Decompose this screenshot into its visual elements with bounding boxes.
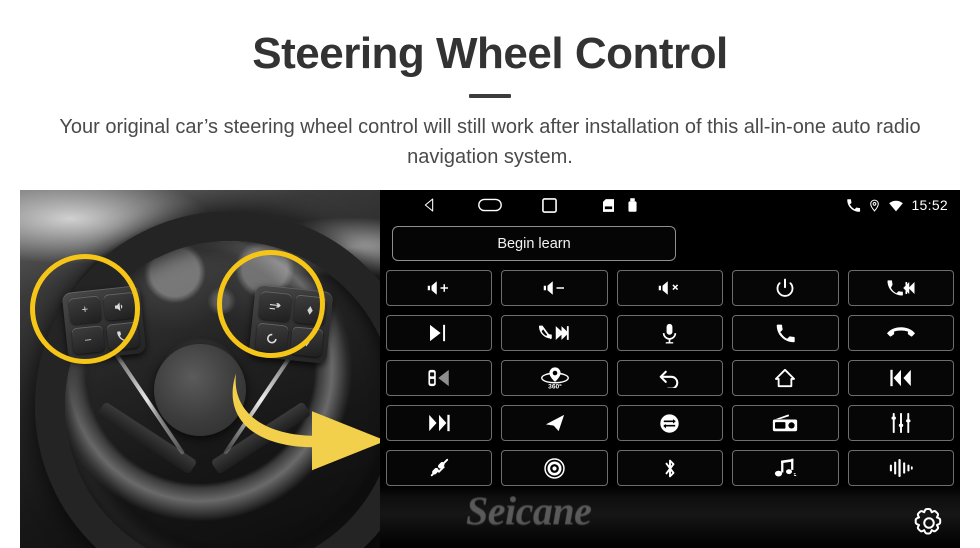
swc-function-grid: 360° bbox=[386, 270, 954, 486]
hangup-next-icon bbox=[538, 324, 571, 342]
play-pause-icon bbox=[428, 324, 450, 342]
status-bar-right-group: 15:52 bbox=[846, 197, 948, 213]
mute-button[interactable] bbox=[616, 270, 724, 306]
plug-cable-icon bbox=[427, 458, 451, 478]
camera-360-icon: 360° bbox=[540, 366, 570, 390]
volume-plus-icon bbox=[427, 279, 451, 297]
sd-card-icon bbox=[603, 198, 614, 212]
curved-arrow-right-icon bbox=[226, 370, 380, 490]
home-icon bbox=[774, 368, 796, 388]
status-bar: 15:52 bbox=[380, 190, 960, 220]
previous-track-button[interactable] bbox=[847, 360, 954, 396]
page-title: Steering Wheel Control bbox=[252, 29, 728, 78]
music-note-icon bbox=[773, 458, 798, 479]
parking-sensor-button[interactable] bbox=[386, 360, 493, 396]
settings-button[interactable] bbox=[910, 504, 948, 542]
previous-track-icon bbox=[889, 369, 913, 387]
volume-mute-x-icon bbox=[658, 279, 682, 297]
voice-waveform-icon bbox=[889, 458, 913, 478]
back-button[interactable] bbox=[616, 360, 724, 396]
bluetooth-button[interactable] bbox=[616, 450, 724, 486]
page-header: Steering Wheel Control Your original car… bbox=[0, 0, 980, 172]
phone-hangup-icon bbox=[886, 325, 915, 341]
gear-icon bbox=[910, 504, 948, 542]
status-bar-system-group bbox=[603, 198, 637, 212]
play-pause-button[interactable] bbox=[386, 315, 493, 351]
seicane-watermark: Seicane bbox=[466, 488, 592, 533]
screen-glass-reflection bbox=[380, 486, 960, 548]
equalizer-button[interactable] bbox=[847, 405, 954, 441]
power-icon bbox=[775, 278, 795, 298]
microphone-button[interactable] bbox=[616, 315, 724, 351]
radio-icon bbox=[772, 413, 798, 433]
equalizer-icon bbox=[890, 413, 912, 433]
steering-wheel-photo: + – bbox=[20, 190, 380, 548]
music-button[interactable] bbox=[732, 450, 839, 486]
source-switch-icon bbox=[659, 413, 680, 434]
phone-signal-icon bbox=[846, 198, 861, 213]
next-track-button[interactable] bbox=[386, 405, 493, 441]
navigation-arrow-icon bbox=[544, 413, 566, 433]
back-triangle-icon[interactable] bbox=[422, 197, 438, 213]
aux-cable-button[interactable] bbox=[386, 450, 493, 486]
disc-button[interactable] bbox=[501, 450, 608, 486]
voice-wave-button[interactable] bbox=[847, 450, 954, 486]
radio-button[interactable] bbox=[732, 405, 839, 441]
next-track-icon bbox=[427, 414, 451, 432]
title-divider bbox=[469, 94, 511, 98]
power-button[interactable] bbox=[732, 270, 839, 306]
status-bar-nav-group bbox=[380, 197, 557, 213]
back-arrow-icon bbox=[659, 369, 681, 388]
highlight-circle-left bbox=[30, 254, 140, 364]
svg-text:360°: 360° bbox=[548, 383, 562, 390]
answer-call-button[interactable] bbox=[732, 315, 839, 351]
highlight-circle-right bbox=[217, 250, 325, 358]
status-bar-clock: 15:52 bbox=[911, 197, 948, 213]
navigation-button[interactable] bbox=[501, 405, 608, 441]
phone-answer-icon bbox=[775, 323, 796, 344]
location-pin-icon bbox=[868, 198, 881, 213]
microphone-icon bbox=[662, 323, 677, 344]
volume-minus-icon bbox=[543, 279, 567, 297]
phone-previous-icon bbox=[886, 279, 916, 297]
car-rear-sensor-icon bbox=[426, 368, 452, 388]
volume-down-button[interactable] bbox=[501, 270, 608, 306]
android-head-unit-screen: 15:52 Begin learn 360° Seicane bbox=[380, 190, 960, 548]
recents-square-icon[interactable] bbox=[542, 197, 557, 213]
volume-up-button[interactable] bbox=[386, 270, 493, 306]
source-switch-button[interactable] bbox=[616, 405, 724, 441]
end-call-button[interactable] bbox=[847, 315, 954, 351]
camera-360-button[interactable]: 360° bbox=[501, 360, 608, 396]
learn-row: Begin learn bbox=[380, 220, 960, 261]
media-strip: + – 15:52 Begin learn 360° Seicane bbox=[20, 190, 960, 548]
wifi-icon bbox=[888, 199, 904, 212]
home-oval-icon[interactable] bbox=[478, 198, 502, 212]
begin-learn-button[interactable]: Begin learn bbox=[392, 226, 676, 261]
page-subtitle: Your original car’s steering wheel contr… bbox=[59, 116, 921, 168]
home-button[interactable] bbox=[732, 360, 839, 396]
bluetooth-icon bbox=[662, 458, 678, 479]
usb-drive-icon bbox=[628, 198, 637, 212]
disc-icon bbox=[544, 457, 565, 479]
call-previous-button[interactable] bbox=[847, 270, 954, 306]
hangup-next-button[interactable] bbox=[501, 315, 608, 351]
